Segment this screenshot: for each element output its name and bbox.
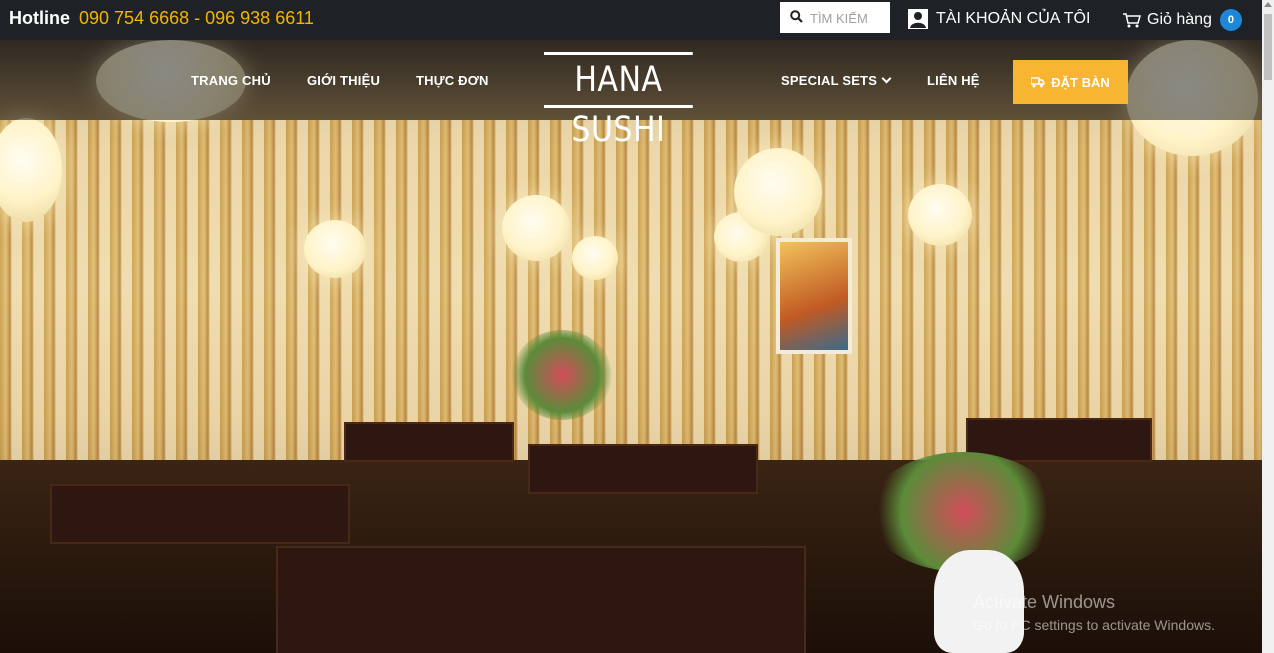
watermark-subtitle: Go to PC settings to activate Windows.	[973, 617, 1215, 633]
user-icon	[908, 9, 928, 29]
paper-lantern	[734, 148, 822, 236]
nav-item-label: SPECIAL SETS	[781, 73, 878, 88]
paper-lantern	[572, 236, 618, 280]
site-logo[interactable]: HANA SUSHI	[544, 52, 693, 150]
scrollbar-thumb[interactable]	[1264, 14, 1272, 80]
search-box[interactable]	[780, 2, 890, 33]
hotline-label: Hotline	[9, 8, 70, 28]
nav-item-home[interactable]: TRANG CHỦ	[191, 73, 271, 88]
search-input[interactable]	[810, 8, 886, 28]
paper-lantern	[502, 195, 570, 261]
cart-icon	[1123, 13, 1141, 28]
hotline: Hotline 090 754 6668 - 096 938 6611	[9, 8, 314, 29]
activate-windows-watermark: Activate Windows Go to PC settings to ac…	[973, 592, 1215, 633]
search-icon[interactable]	[790, 10, 803, 23]
cart-count-badge: 0	[1219, 9, 1242, 31]
dining-table	[528, 444, 758, 494]
potted-plant	[512, 330, 612, 420]
cart-label: Giỏ hàng	[1147, 11, 1212, 28]
dining-table	[276, 546, 806, 653]
account-label: TÀI KHOẢN CỦA TÔI	[936, 10, 1091, 27]
page-scrollbar[interactable]	[1262, 0, 1274, 653]
scroll-up-arrow-icon[interactable]	[1264, 2, 1272, 7]
nav-item-special-sets[interactable]: SPECIAL SETS	[781, 73, 892, 88]
nav-item-contact[interactable]: LIÊN HỆ	[927, 73, 980, 88]
watermark-title: Activate Windows	[973, 592, 1116, 612]
paper-lantern	[908, 184, 972, 246]
hotline-numbers[interactable]: 090 754 6668 - 096 938 6611	[79, 8, 314, 28]
dining-table	[50, 484, 350, 544]
truck-icon	[1031, 76, 1045, 87]
nav-item-about[interactable]: GIỚI THIỆU	[307, 73, 380, 88]
top-bar: Hotline 090 754 6668 - 096 938 6611 TÀI …	[0, 0, 1262, 40]
book-table-label: ĐẶT BÀN	[1051, 74, 1110, 90]
account-link[interactable]: TÀI KHOẢN CỦA TÔI	[908, 9, 1090, 29]
book-table-button[interactable]: ĐẶT BÀN	[1013, 60, 1128, 104]
chevron-down-icon	[881, 73, 892, 84]
nav-item-menu[interactable]: THỰC ĐƠN	[416, 73, 489, 88]
cart-link[interactable]: Giỏ hàng 0	[1122, 9, 1242, 31]
wall-poster	[776, 238, 852, 354]
paper-lantern	[304, 220, 366, 278]
dining-table	[344, 422, 514, 462]
